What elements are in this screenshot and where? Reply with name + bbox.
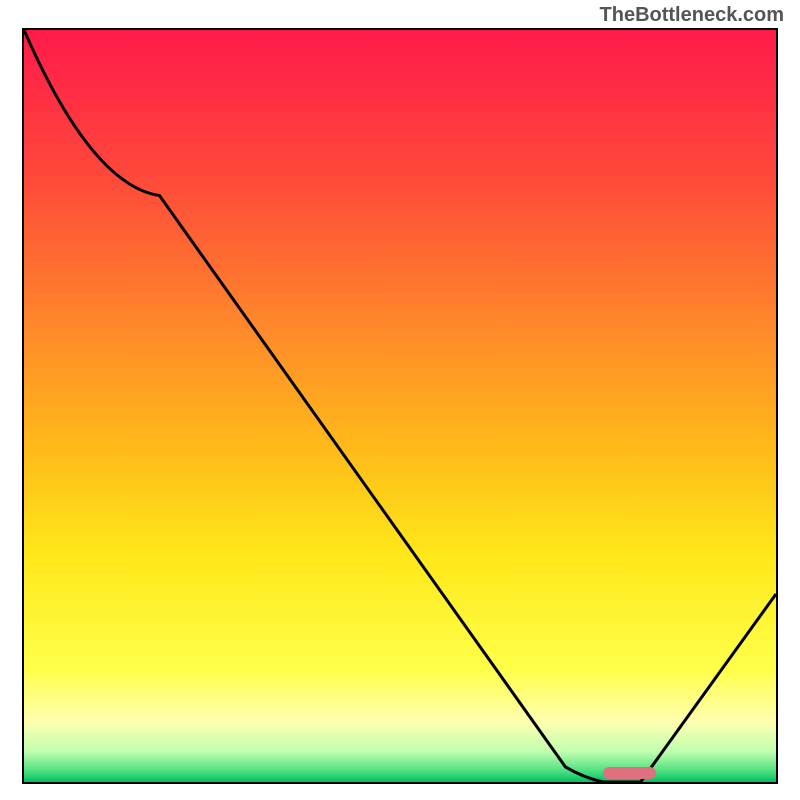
chart-plot-area bbox=[22, 28, 778, 784]
chart-curve bbox=[24, 30, 776, 782]
optimal-marker bbox=[603, 767, 656, 779]
watermark-text: TheBottleneck.com bbox=[600, 4, 784, 27]
